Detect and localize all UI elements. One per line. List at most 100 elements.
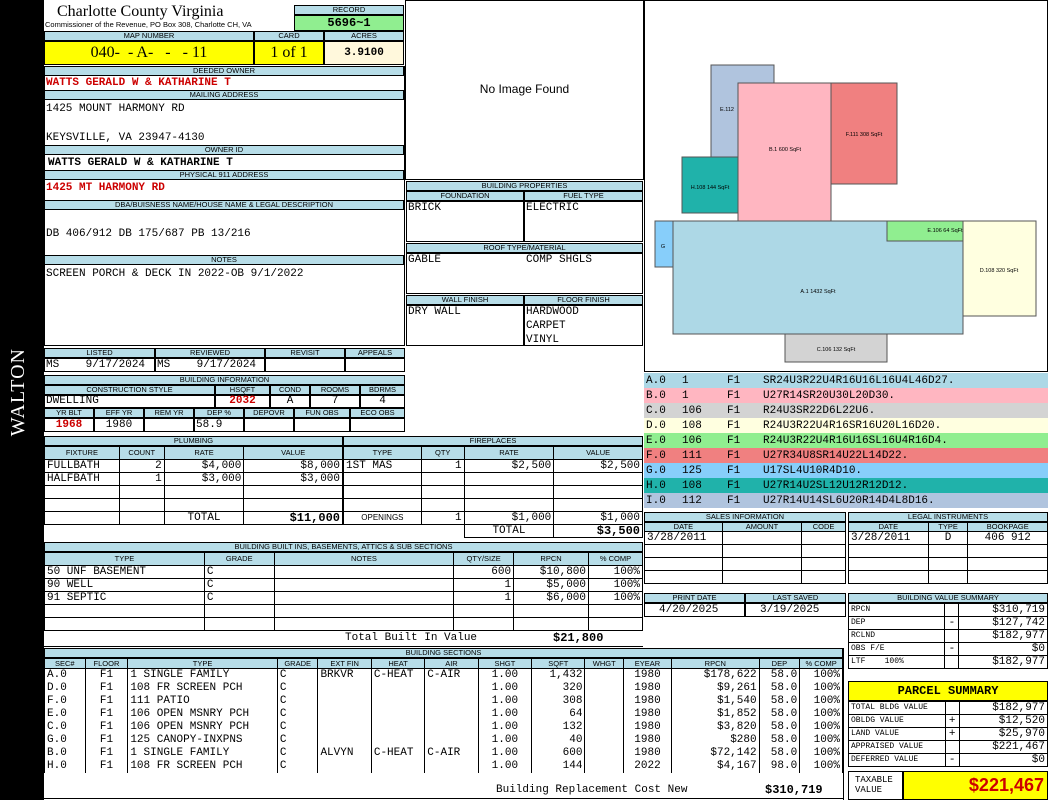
plumbing-header: FIXTURE <box>44 446 120 460</box>
rate: $4,000 <box>163 459 245 473</box>
parcel-label: OBLDG VALUE <box>848 714 946 728</box>
segment-number: 106 <box>682 434 702 447</box>
bvs-sign <box>944 603 960 617</box>
section-eyear: 1980 <box>622 720 673 734</box>
section-whgt <box>584 746 624 760</box>
segment-path: R24U3SR22D6L22U6. <box>763 404 876 417</box>
segment-floor: F1 <box>727 404 741 417</box>
builtin-total-label: Total Built In Value <box>345 632 478 644</box>
bvs-sign: - <box>944 616 960 630</box>
section-shgt: 1.00 <box>477 746 533 760</box>
district-sidebar: WALTON <box>0 0 44 800</box>
parcel-row: TOTAL BLDG VALUE $182,977 <box>848 701 1049 715</box>
wall-finish-label: WALL FINISH <box>406 295 524 305</box>
section-comp: 100% <box>799 681 843 695</box>
bi-rpcn: $10,800 <box>513 565 590 579</box>
section-extfin: ALVYN <box>317 746 372 760</box>
reviewed-cell: MS 9/17/2024 <box>155 358 265 372</box>
legal-date: 3/28/2011 <box>848 531 929 545</box>
table-row: H.0 F1 108 FR SCREEN PCH C 1.00 144 2022 $4,167… <box>44 759 843 773</box>
segment-id: C.0 <box>646 404 666 417</box>
cs-cell: DWELLING <box>44 395 215 408</box>
segment-row: C.0 106 F1 R24U3SR22D6L22U6. <box>644 403 1048 418</box>
section-dep: 58.0 <box>758 681 801 695</box>
parcel-sign: + <box>944 714 960 728</box>
map-number: 040- - A- - - 11 <box>44 41 254 65</box>
bi-grade: C <box>203 578 275 592</box>
parcel-summary-title: PARCEL SUMMARY <box>848 681 1048 701</box>
bi-qty: 1 <box>453 578 515 592</box>
section-whgt <box>584 707 624 721</box>
parcel-row: APPRAISED VALUE $221,467 <box>848 740 1049 754</box>
sections-header-row: SEC# FLOOR TYPE GRADE EXT FIN HEAT AIR SHGT SQFT… <box>44 658 843 669</box>
effective-year: 1980 <box>94 418 144 432</box>
segment-number: 1 <box>682 374 689 387</box>
section-dep: 58.0 <box>758 746 801 760</box>
fp-qty: 1 <box>420 459 465 473</box>
openings-value: $1,000 <box>553 511 643 525</box>
bvs-row: OBS F/E - $0 <box>847 642 1048 656</box>
segment-path: SR24U3R22U4R16U16L16U4L46D27. <box>763 374 955 387</box>
ecoobs-label: ECO OBS <box>350 408 405 418</box>
table-row: 1ST MAS 1 $2,500 $2,500 <box>343 459 643 473</box>
parcel-label: TOTAL BLDG VALUE <box>848 701 946 715</box>
section-sec: H.0 <box>44 759 86 773</box>
section-rpcn: $4,167 <box>671 759 760 773</box>
revisit-label: REVISIT <box>265 348 345 358</box>
sales-header: AMOUNT <box>721 522 803 532</box>
segment-number: 1 <box>682 389 689 402</box>
section-type: 106 OPEN MSNRY PCH <box>127 707 278 721</box>
section-comp: 100% <box>799 733 843 747</box>
section-heat: C-HEAT <box>370 668 426 682</box>
section-type: 1 SINGLE FAMILY <box>127 668 278 682</box>
yrblt-label: YR BLT <box>44 408 94 418</box>
sections-header: EYEAR <box>622 658 673 669</box>
roof-cell: GABLE COMP SHGLS <box>406 253 643 294</box>
sections-table: SEC# FLOOR TYPE GRADE EXT FIN HEAT AIR SHGT SQFT… <box>44 658 843 773</box>
table-row: 90 WELL C 1 $5,000 100% <box>44 578 643 592</box>
section-dep: 58.0 <box>758 720 801 734</box>
segment-id: H.0 <box>646 479 666 492</box>
bdrms-value: 4 <box>360 395 405 408</box>
section-heat <box>370 694 426 708</box>
record-number: 5696~1 <box>294 15 404 31</box>
sections-header: RPCN <box>671 658 760 669</box>
plumbing-header: RATE <box>163 446 245 460</box>
bi-comp: 100% <box>588 591 643 605</box>
parcel-label: LAND VALUE <box>848 727 946 741</box>
sales-header: DATE <box>644 522 723 532</box>
bi-comp: 100% <box>588 578 643 592</box>
section-air: C-AIR <box>424 746 479 760</box>
parcel-sign <box>944 740 960 754</box>
bvs-table: RPCN $310,719 DEP - $127,742 RCLND $182,977 OBS… <box>847 603 1048 669</box>
segment-path: U17SL4U10R4D10. <box>763 464 863 477</box>
sales-label: SALES INFORMATION <box>644 512 846 522</box>
construction-style-label: CONSTRUCTION STYLE <box>44 385 215 395</box>
fireplaces-label: FIREPLACES <box>343 436 643 446</box>
section-floor: F1 <box>84 694 129 708</box>
table-row: E.0 F1 106 OPEN MSNRY PCH C 1.00 64 1980 $1,852… <box>44 707 843 721</box>
year-built: 1968 <box>44 418 94 432</box>
section-whgt <box>584 759 624 773</box>
section-heat <box>370 681 426 695</box>
section-sqft: 64 <box>531 707 586 721</box>
legal-type: D <box>927 531 969 545</box>
section-whgt <box>584 668 624 682</box>
section-whgt <box>584 681 624 695</box>
parcel-value: $0 <box>958 753 1049 767</box>
fireplace-total: $3,500 <box>553 524 643 538</box>
sections-right <box>843 648 844 800</box>
taxable-value: $221,467 <box>903 771 1048 800</box>
bi-comp: 100% <box>588 565 643 579</box>
parcel-value: $221,467 <box>958 740 1049 754</box>
segment-floor: F1 <box>727 464 741 477</box>
replacement-cost: $310,719 <box>765 783 823 797</box>
section-rpcn: $3,820 <box>671 720 760 734</box>
section-rpcn: $72,142 <box>671 746 760 760</box>
builtins-header: TYPE <box>44 552 205 566</box>
bi-rpcn: $6,000 <box>513 591 590 605</box>
fireplace-header: TYPE <box>343 446 422 460</box>
section-extfin <box>317 733 372 747</box>
legal-bookpage: 406 912 <box>967 531 1048 545</box>
section-sqft: 320 <box>531 681 586 695</box>
